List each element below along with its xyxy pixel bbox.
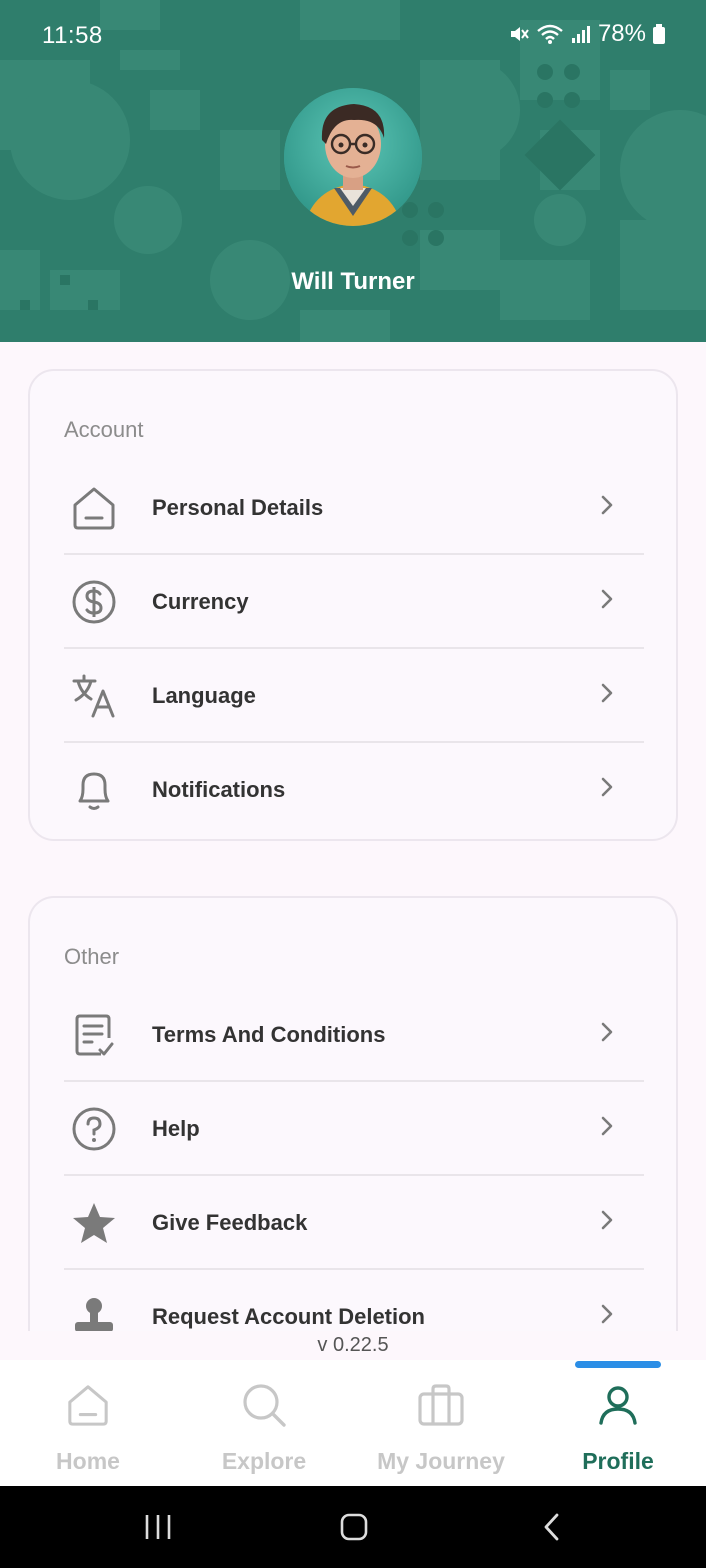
bottom-navigation: Home Explore My Journey Profile — [0, 1360, 706, 1486]
home-square-icon — [340, 1513, 368, 1541]
chevron-right-icon — [601, 495, 613, 515]
chevron-right-icon — [601, 683, 613, 703]
chevron-right-icon — [601, 1116, 613, 1136]
nav-explore[interactable]: Explore — [176, 1360, 352, 1486]
terms-label: Terms And Conditions — [152, 1022, 386, 1047]
nav-profile[interactable]: Profile — [530, 1360, 706, 1486]
avatar-portrait-icon — [284, 88, 422, 226]
notifications-label: Notifications — [152, 777, 286, 802]
feedback-label: Give Feedback — [152, 1210, 308, 1235]
notifications-item[interactable]: Notifications — [64, 743, 644, 837]
help-label: Help — [152, 1116, 200, 1141]
terms-item[interactable]: Terms And Conditions — [64, 988, 644, 1082]
personal-details-label: Personal Details — [152, 495, 324, 520]
active-tab-indicator — [575, 1361, 661, 1368]
battery-icon — [653, 24, 665, 44]
user-name: Will Turner — [291, 268, 415, 295]
currency-item[interactable]: Currency — [64, 555, 644, 649]
nav-my-journey[interactable]: My Journey — [353, 1360, 529, 1486]
nav-my-journey-label: My Journey — [377, 1448, 505, 1474]
account-deletion-label: Request Account Deletion — [152, 1304, 425, 1329]
help-item[interactable]: Help — [64, 1082, 644, 1176]
nav-home-label: Home — [56, 1448, 120, 1474]
signal-icon — [571, 26, 590, 43]
other-card: Other Terms And Conditions Help Give Fee… — [28, 896, 678, 1366]
bell-icon — [64, 760, 124, 820]
chevron-right-icon — [601, 777, 613, 797]
help-circle-icon — [64, 1099, 124, 1159]
recent-apps-icon — [145, 1515, 171, 1539]
language-label: Language — [152, 683, 256, 708]
wifi-icon — [537, 24, 563, 44]
system-navigation-bar — [0, 1486, 706, 1568]
search-icon — [241, 1380, 287, 1430]
section-title-other: Other — [64, 944, 120, 969]
home-icon — [66, 1380, 110, 1430]
translate-icon — [64, 666, 124, 726]
status-icons: 78% — [508, 20, 666, 48]
document-check-icon — [64, 1005, 124, 1065]
feedback-item[interactable]: Give Feedback — [64, 1176, 644, 1270]
dollar-circle-icon — [64, 572, 124, 632]
chevron-right-icon — [601, 1210, 613, 1230]
recent-apps-button[interactable] — [118, 1486, 198, 1568]
battery-percent: 78% — [597, 20, 646, 47]
briefcase-icon — [417, 1380, 465, 1430]
status-time: 11:58 — [42, 22, 103, 49]
personal-details-item[interactable]: Personal Details — [64, 461, 644, 555]
currency-label: Currency — [152, 589, 249, 614]
back-chevron-icon — [544, 1513, 559, 1541]
app-version: v 0.22.5 — [317, 1334, 389, 1356]
star-icon — [64, 1193, 124, 1253]
back-system-button[interactable] — [512, 1486, 592, 1568]
mute-icon — [510, 27, 529, 41]
status-bar: 11:58 78% — [0, 0, 706, 70]
avatar[interactable] — [284, 88, 422, 226]
person-icon — [596, 1380, 640, 1430]
language-item[interactable]: Language — [64, 649, 644, 743]
profile-header: 11:58 78% Will Turner — [0, 0, 706, 342]
home-system-button[interactable] — [314, 1486, 394, 1568]
nav-home[interactable]: Home — [0, 1360, 176, 1486]
chevron-right-icon — [601, 1022, 613, 1042]
chevron-right-icon — [601, 589, 613, 609]
nav-explore-label: Explore — [221, 1448, 307, 1474]
home-outline-icon — [64, 478, 124, 538]
section-title-account: Account — [64, 417, 144, 442]
nav-profile-label: Profile — [582, 1448, 654, 1474]
chevron-right-icon — [601, 1304, 613, 1324]
account-card: Account Personal Details Currency Langua… — [28, 369, 678, 841]
